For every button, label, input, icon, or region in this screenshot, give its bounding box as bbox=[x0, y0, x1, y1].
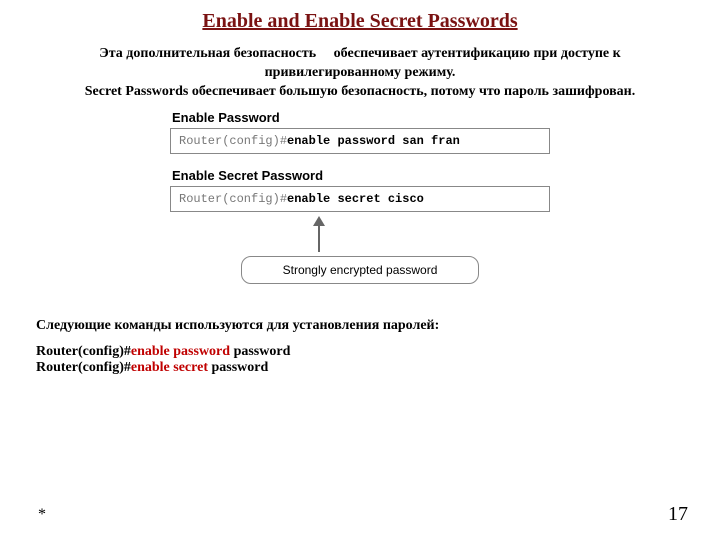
enable-secret-command: enable secret cisco bbox=[287, 192, 424, 206]
cmd2-red: enable secret bbox=[131, 360, 212, 375]
enable-secret-command-box: Router(config)#enable secret cisco bbox=[170, 186, 550, 212]
cmd1-prefix: Router(config)# bbox=[36, 344, 131, 359]
cmd2-prefix: Router(config)# bbox=[36, 360, 131, 375]
enable-password-command: enable password san fran bbox=[287, 134, 460, 148]
callout-arrow bbox=[170, 214, 550, 256]
page-number: 17 bbox=[668, 503, 688, 526]
page-title: Enable and Enable Secret Passwords bbox=[36, 10, 684, 33]
intro-line-1: Эта дополнительная безопасность обеспечи… bbox=[99, 46, 620, 80]
password-diagram: Enable Password Router(config)#enable pa… bbox=[170, 110, 550, 284]
command-line-1: Router(config)#enable password password bbox=[36, 344, 684, 360]
footer-asterisk: * bbox=[38, 506, 46, 524]
enable-secret-prompt: Router(config)# bbox=[179, 192, 287, 206]
encrypted-callout: Strongly encrypted password bbox=[241, 256, 479, 284]
enable-password-command-box: Router(config)#enable password san fran bbox=[170, 128, 550, 154]
command-line-2: Router(config)#enable secret password bbox=[36, 360, 684, 376]
arrow-line-icon bbox=[318, 224, 320, 252]
enable-secret-label: Enable Secret Password bbox=[172, 168, 550, 183]
next-commands-label: Следующие команды используются для устан… bbox=[36, 318, 684, 334]
enable-password-label: Enable Password bbox=[172, 110, 550, 125]
cmd2-suffix: password bbox=[211, 360, 268, 375]
enable-password-prompt: Router(config)# bbox=[179, 134, 287, 148]
slide: Enable and Enable Secret Passwords Эта д… bbox=[0, 0, 720, 540]
cmd1-red: enable password bbox=[131, 344, 234, 359]
intro-line-2: Secret Passwords обеспечивает большую бе… bbox=[85, 84, 635, 99]
intro-text: Эта дополнительная безопасность обеспечи… bbox=[36, 45, 684, 102]
cmd1-suffix: password bbox=[234, 344, 291, 359]
